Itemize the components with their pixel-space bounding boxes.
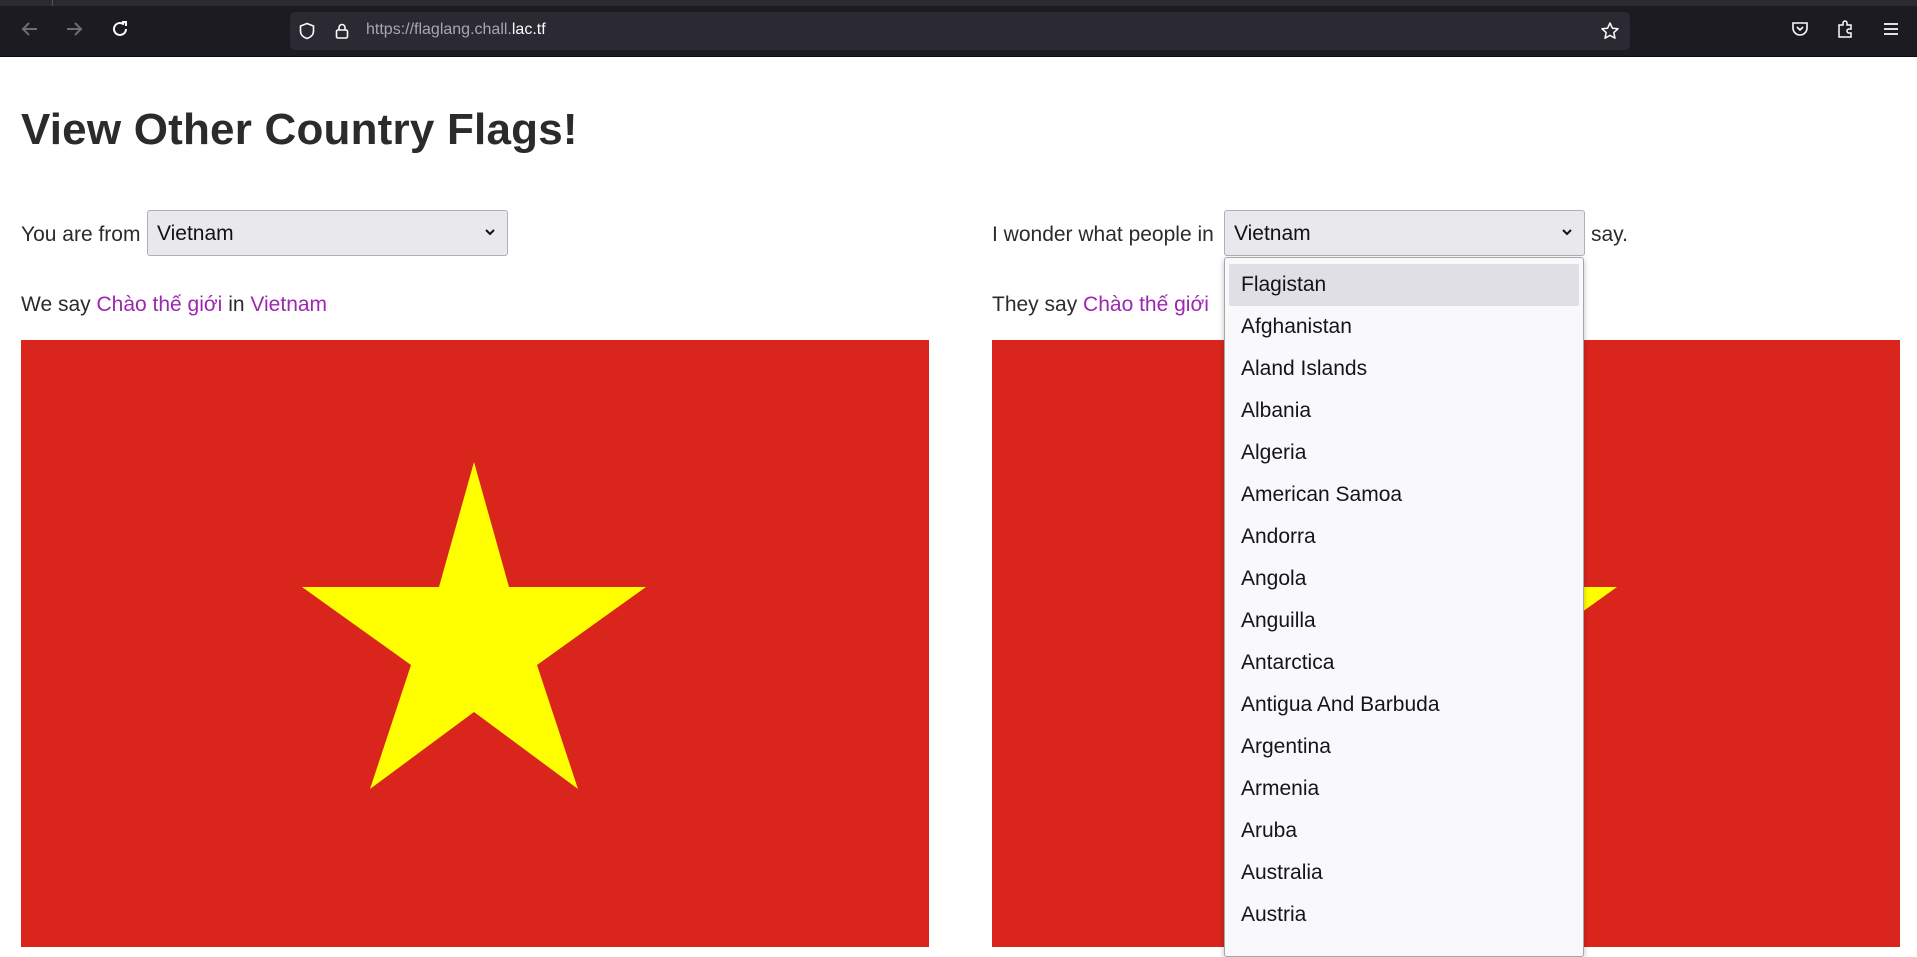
from-label: You are from — [21, 223, 141, 246]
dropdown-option[interactable]: Flagistan — [1229, 264, 1579, 306]
country-link[interactable]: Vietnam — [250, 293, 327, 316]
shield-icon[interactable] — [297, 21, 317, 41]
dropdown-option[interactable]: Australia — [1229, 852, 1579, 894]
page-title: View Other Country Flags! — [21, 105, 578, 154]
reload-button[interactable] — [104, 13, 136, 45]
url-text[interactable]: https://flaglang.chall.lac.tf — [366, 21, 546, 39]
hamburger-menu-icon[interactable] — [1876, 14, 1906, 44]
flag-star-icon — [21, 340, 929, 947]
arrow-left-icon — [21, 22, 37, 36]
chevron-down-icon — [485, 229, 495, 236]
target-country-select[interactable]: Vietnam — [1224, 210, 1585, 256]
dropdown-option[interactable]: American Samoa — [1229, 474, 1579, 516]
dropdown-option[interactable]: Argentina — [1229, 726, 1579, 768]
say-suffix: say. — [1591, 223, 1628, 246]
url-domain: lac.tf — [511, 21, 546, 38]
dropdown-option[interactable]: Antarctica — [1229, 642, 1579, 684]
dropdown-option[interactable]: Aruba — [1229, 810, 1579, 852]
dropdown-option[interactable]: Albania — [1229, 390, 1579, 432]
from-country-select[interactable]: Vietnam — [147, 210, 508, 256]
reload-icon — [113, 21, 127, 36]
chevron-down-icon — [1562, 229, 1572, 236]
url-bar[interactable]: https://flaglang.chall.lac.tf — [290, 12, 1630, 50]
pocket-icon[interactable] — [1785, 14, 1815, 44]
they-say-label: They say — [992, 293, 1078, 316]
greeting-link-right[interactable]: Chào thế giới — [1083, 293, 1209, 316]
url-prefix: https://flaglang.chall. — [366, 21, 512, 38]
browser-toolbar: https://flaglang.chall.lac.tf — [0, 0, 1917, 57]
dropdown-option[interactable]: Angola — [1229, 558, 1579, 600]
tab-strip — [0, 0, 1917, 6]
dropdown-option[interactable]: Algeria — [1229, 432, 1579, 474]
greeting-link[interactable]: Chào thế giới — [96, 293, 222, 316]
we-say-line: We say Chào thế giới in Vietnam — [21, 293, 327, 317]
dropdown-option[interactable]: Armenia — [1229, 768, 1579, 810]
dropdown-option[interactable]: Anguilla — [1229, 600, 1579, 642]
wonder-label: I wonder what people in — [992, 223, 1214, 246]
lock-icon[interactable] — [332, 21, 352, 41]
we-say-label: We say — [21, 293, 91, 316]
forward-button[interactable] — [58, 13, 90, 45]
star-icon[interactable] — [1600, 21, 1620, 41]
dropdown-option[interactable]: Andorra — [1229, 516, 1579, 558]
from-country-value: Vietnam — [157, 222, 234, 245]
vietnam-flag-left — [21, 340, 929, 947]
country-dropdown-list[interactable]: Flagistan Afghanistan Aland Islands Alba… — [1224, 257, 1584, 957]
puzzle-icon[interactable] — [1830, 14, 1860, 44]
dropdown-option[interactable]: Austria — [1229, 894, 1579, 936]
arrow-right-icon — [67, 22, 83, 36]
in-word: in — [228, 293, 245, 316]
dropdown-option[interactable]: Afghanistan — [1229, 306, 1579, 348]
back-button[interactable] — [14, 13, 46, 45]
dropdown-option[interactable]: Antigua And Barbuda — [1229, 684, 1579, 726]
target-country-value: Vietnam — [1234, 222, 1311, 245]
they-say-line: They say Chào thế giới — [992, 293, 1209, 317]
dropdown-option[interactable]: Aland Islands — [1229, 348, 1579, 390]
